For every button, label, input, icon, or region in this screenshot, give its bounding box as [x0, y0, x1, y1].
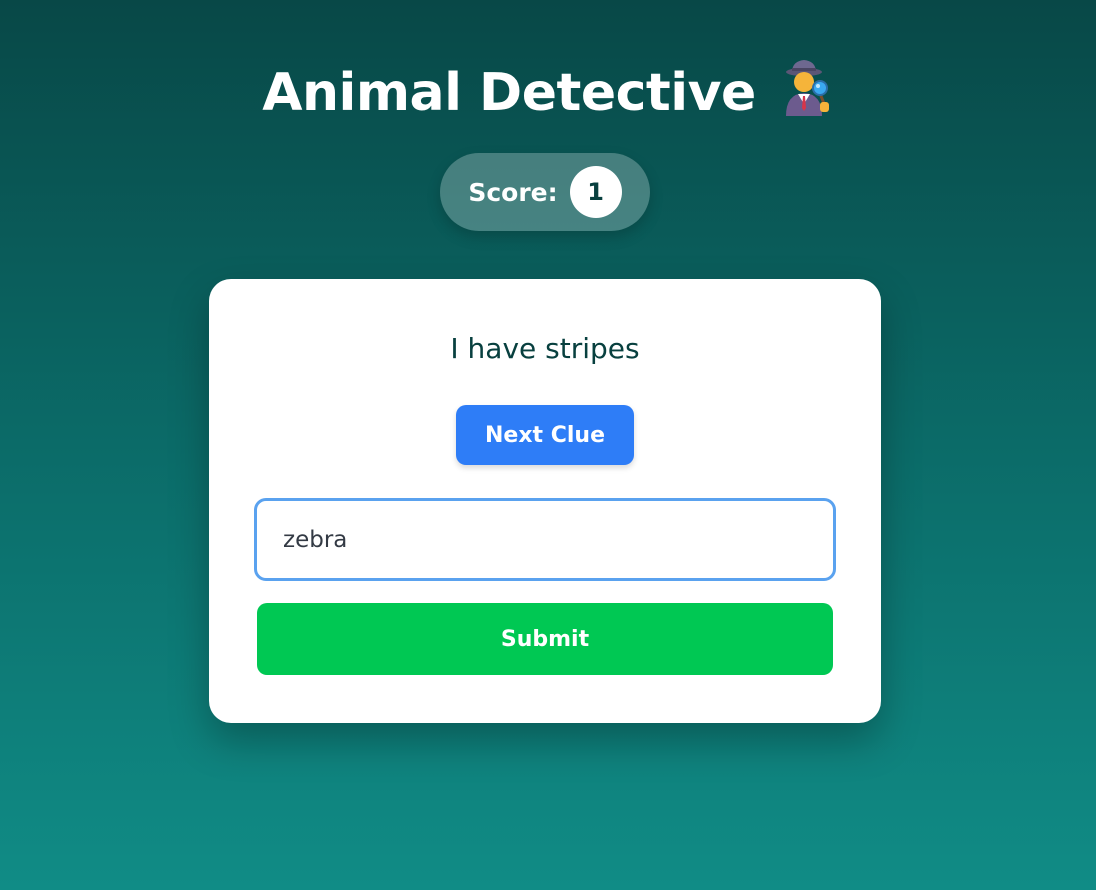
clue-text: I have stripes: [450, 332, 640, 365]
game-card: I have stripes Next Clue Submit: [209, 279, 881, 723]
submit-button[interactable]: Submit: [257, 603, 833, 675]
score-value: 1: [569, 166, 622, 218]
page-title-text: Animal Detective: [262, 63, 756, 123]
guess-input[interactable]: [254, 498, 836, 581]
score-badge: Score: 1: [440, 153, 650, 231]
score-label: Score:: [468, 177, 558, 207]
detective-icon: [778, 58, 834, 118]
next-clue-button[interactable]: Next Clue: [456, 405, 634, 465]
page-title: Animal Detective: [0, 58, 1096, 126]
